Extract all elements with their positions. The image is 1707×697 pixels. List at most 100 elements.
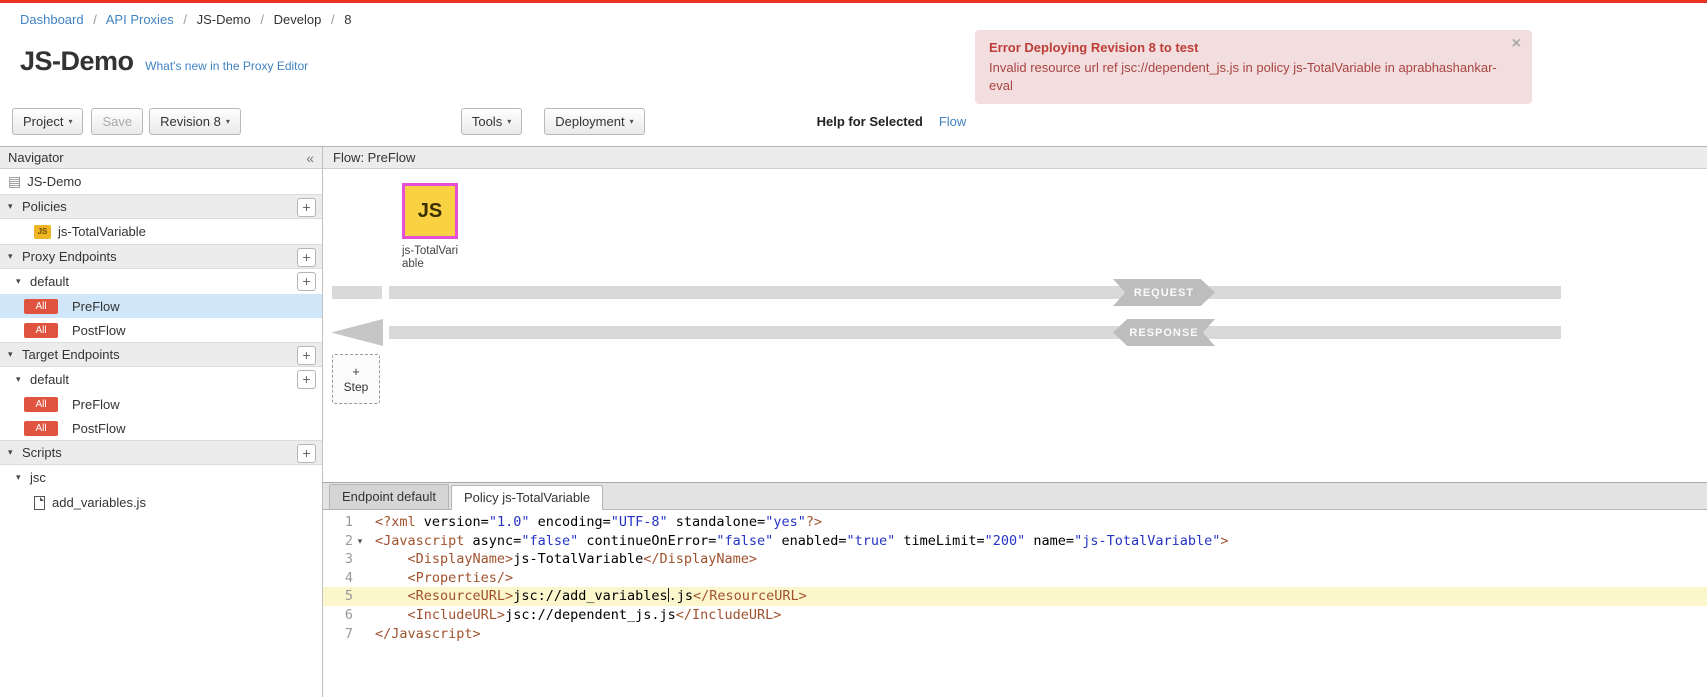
- code-segment: "UTF-8": [611, 514, 668, 530]
- code-segment: "yes": [765, 514, 806, 530]
- nav-item-proxy-preflow[interactable]: All PreFlow: [0, 294, 322, 318]
- chevron-down-icon[interactable]: ▾: [16, 276, 30, 287]
- nav-item-target-postflow[interactable]: All PostFlow: [0, 416, 322, 440]
- nav-item-proxy-endpoint-default[interactable]: ▾ default +: [0, 269, 322, 294]
- code-segment: timeLimit=: [895, 533, 984, 549]
- line-number: 2: [323, 532, 353, 551]
- policy-node-js-totalvariable[interactable]: JS: [402, 183, 458, 239]
- code-segment: enabled=: [773, 533, 846, 549]
- breadcrumb-api-proxies-link[interactable]: API Proxies: [106, 12, 174, 27]
- nav-item-policy-label: js-TotalVariable: [58, 224, 146, 239]
- code-line[interactable]: 6 <IncludeURL>jsc://dependent_js.js</Inc…: [323, 606, 1707, 625]
- response-arrow: RESPONSE: [1113, 319, 1215, 346]
- nav-item-target-endpoint-default-label: default: [30, 372, 69, 387]
- nav-section-target-endpoints[interactable]: ▾ Target Endpoints +: [0, 342, 322, 367]
- chevron-down-icon[interactable]: ▾: [8, 251, 22, 262]
- add-flow-button[interactable]: +: [297, 370, 316, 389]
- chevron-down-icon: ▾: [507, 117, 511, 126]
- code-line[interactable]: 4 <Properties/>: [323, 569, 1707, 588]
- code-segment: <ResourceURL>: [408, 588, 514, 604]
- response-flow-bar[interactable]: [389, 326, 1561, 339]
- request-flow-stub: [332, 286, 382, 299]
- add-flow-button[interactable]: +: [297, 272, 316, 291]
- code-segment: <DisplayName>: [408, 551, 514, 567]
- tools-menu-label: Tools: [472, 114, 502, 129]
- request-flow-bar[interactable]: [389, 286, 1561, 299]
- nav-section-proxy-endpoints-label: Proxy Endpoints: [22, 249, 117, 264]
- flow-view-title: Flow: PreFlow: [333, 150, 415, 165]
- navigator-header: Navigator «: [0, 147, 322, 169]
- fold-toggle-icon[interactable]: ▾: [353, 532, 367, 551]
- code-lines[interactable]: 1<?xml version="1.0" encoding="UTF-8" st…: [323, 510, 1707, 697]
- chevron-down-icon[interactable]: ▾: [16, 374, 30, 385]
- code-segment: name=: [1025, 533, 1074, 549]
- code-segment: >: [1220, 533, 1228, 549]
- code-segment: </DisplayName>: [643, 551, 757, 567]
- nav-item-target-preflow-label: PreFlow: [72, 397, 120, 412]
- revision-menu-button[interactable]: Revision 8 ▾: [149, 108, 241, 135]
- code-segment: "false": [521, 533, 578, 549]
- add-proxy-endpoint-button[interactable]: +: [297, 248, 316, 267]
- close-icon[interactable]: ×: [1512, 36, 1521, 52]
- line-number: 4: [323, 569, 353, 588]
- code-segment: </Javascript>: [375, 626, 481, 642]
- whats-new-link[interactable]: What's new in the Proxy Editor: [145, 59, 308, 73]
- chevron-down-icon[interactable]: ▾: [8, 447, 22, 458]
- add-target-endpoint-button[interactable]: +: [297, 346, 316, 365]
- collapse-navigator-icon[interactable]: «: [306, 151, 314, 165]
- deployment-menu-label: Deployment: [555, 114, 624, 129]
- nav-item-target-preflow[interactable]: All PreFlow: [0, 392, 322, 416]
- code-line[interactable]: 1<?xml version="1.0" encoding="UTF-8" st…: [323, 513, 1707, 532]
- code-line[interactable]: 5 <ResourceURL>jsc://add_variables.js</R…: [323, 587, 1707, 606]
- code-text: <ResourceURL>jsc://add_variables.js</Res…: [367, 587, 807, 606]
- code-line[interactable]: 7</Javascript>: [323, 625, 1707, 644]
- nav-item-target-endpoint-default[interactable]: ▾ default +: [0, 367, 322, 392]
- code-segment: "true": [846, 533, 895, 549]
- code-text: <Javascript async="false" continueOnErro…: [367, 532, 1229, 551]
- nav-section-proxy-endpoints[interactable]: ▾ Proxy Endpoints +: [0, 244, 322, 269]
- tab-policy-js-totalvariable[interactable]: Policy js-TotalVariable: [451, 485, 603, 510]
- deployment-menu-button[interactable]: Deployment ▾: [544, 108, 644, 135]
- revision-menu-label: Revision 8: [160, 114, 221, 129]
- nav-item-jsc-folder[interactable]: ▾ jsc: [0, 465, 322, 490]
- nav-item-proxy-postflow-label: PostFlow: [72, 323, 125, 338]
- breadcrumb-dashboard-link[interactable]: Dashboard: [20, 12, 84, 27]
- nav-section-scripts[interactable]: ▾ Scripts +: [0, 440, 322, 465]
- tools-menu-button[interactable]: Tools ▾: [461, 108, 522, 135]
- chevron-down-icon[interactable]: ▾: [16, 472, 30, 483]
- nav-section-policies[interactable]: ▾ Policies +: [0, 194, 322, 219]
- breadcrumb-separator: /: [260, 12, 264, 27]
- code-segment: js-TotalVariable: [513, 551, 643, 567]
- nav-item-proxy-postflow[interactable]: All PostFlow: [0, 318, 322, 342]
- code-line[interactable]: 3 <DisplayName>js-TotalVariable</Display…: [323, 550, 1707, 569]
- nav-item-proxy-root[interactable]: ▤ JS-Demo: [0, 169, 322, 194]
- nav-item-proxy-endpoint-default-label: default: [30, 274, 69, 289]
- fold-spacer: [353, 606, 367, 625]
- add-script-button[interactable]: +: [297, 444, 316, 463]
- navigator-title: Navigator: [8, 150, 64, 165]
- chevron-down-icon: ▾: [226, 117, 230, 126]
- chevron-down-icon[interactable]: ▾: [8, 201, 22, 212]
- error-banner-message: Invalid resource url ref jsc://dependent…: [989, 59, 1498, 95]
- project-menu-button[interactable]: Project ▾: [12, 108, 83, 135]
- chevron-down-icon[interactable]: ▾: [8, 349, 22, 360]
- line-number: 6: [323, 606, 353, 625]
- nav-item-proxy-root-label: JS-Demo: [27, 174, 81, 189]
- line-number: 5: [323, 587, 353, 606]
- code-segment: </IncludeURL>: [676, 607, 782, 623]
- code-text: <Properties/>: [367, 569, 513, 588]
- code-segment: [375, 551, 408, 567]
- code-line[interactable]: 2▾<Javascript async="false" continueOnEr…: [323, 532, 1707, 551]
- add-policy-button[interactable]: +: [297, 198, 316, 217]
- nav-item-proxy-preflow-label: PreFlow: [72, 299, 120, 314]
- all-flows-badge: All: [24, 323, 58, 338]
- nav-item-policy-js-totalvariable[interactable]: JS js-TotalVariable: [0, 219, 322, 244]
- add-step-button[interactable]: + Step: [332, 354, 380, 404]
- code-segment: "1.0": [489, 514, 530, 530]
- breadcrumb-revision-number: 8: [344, 12, 351, 27]
- nav-item-script-file[interactable]: add_variables.js: [0, 490, 322, 515]
- request-arrow: REQUEST: [1113, 279, 1215, 306]
- flow-help-link[interactable]: Flow: [939, 114, 966, 129]
- save-button[interactable]: Save: [91, 108, 143, 135]
- tab-endpoint-default[interactable]: Endpoint default: [329, 484, 449, 509]
